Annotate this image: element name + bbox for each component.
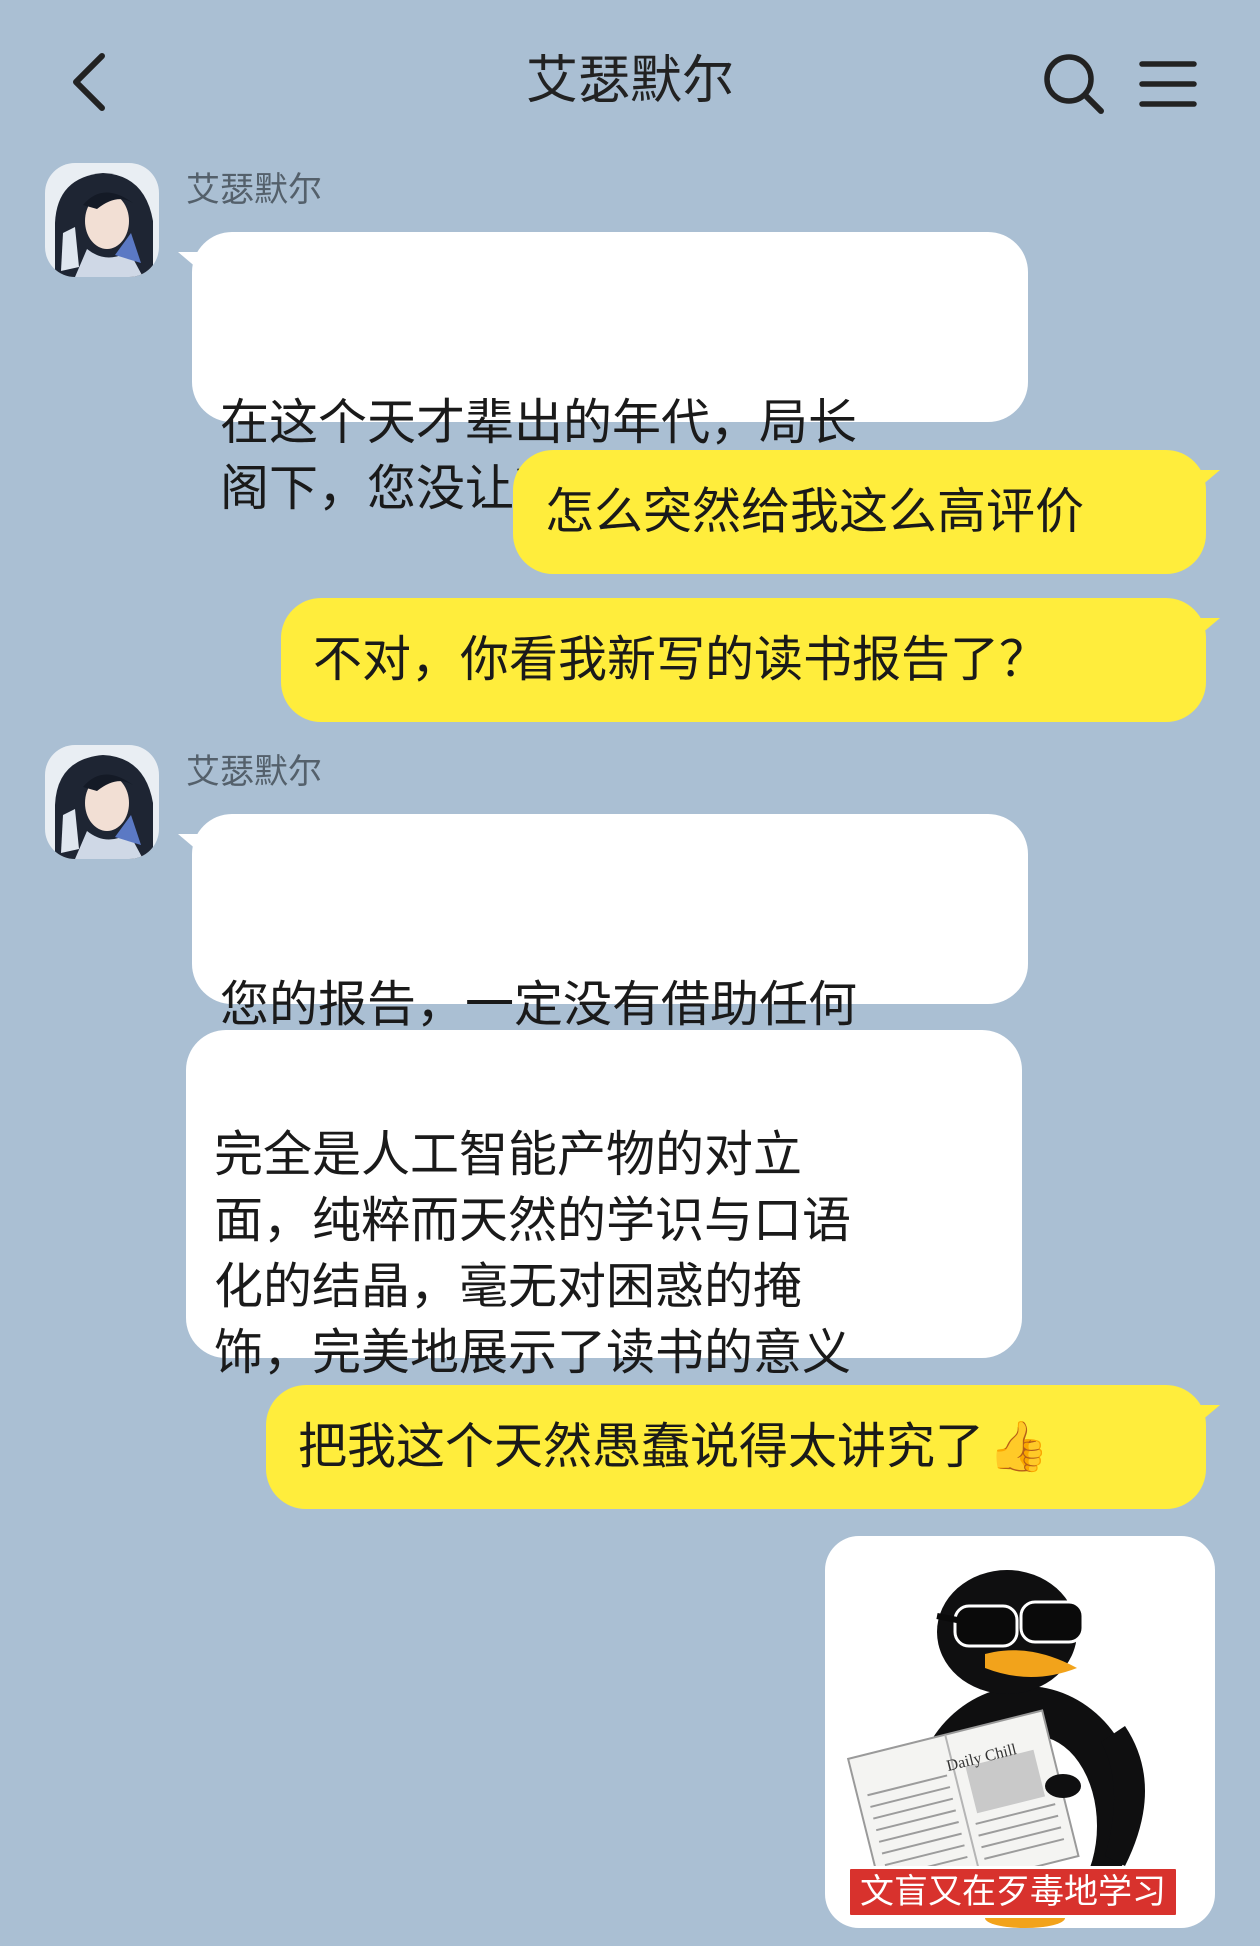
back-button[interactable]: [50, 42, 130, 122]
menu-button[interactable]: [1128, 44, 1208, 124]
avatar[interactable]: [45, 163, 159, 277]
message-bubble-outgoing[interactable]: 怎么突然给我这么高评价: [513, 450, 1220, 574]
chevron-left-icon: [73, 53, 105, 111]
thumbs-up-emoji: 👍: [988, 1418, 1050, 1475]
menu-icon: [1139, 61, 1197, 107]
message-bubble-incoming[interactable]: 完全是人工智能产物的对立 面，纯粹而天然的学识与口语 化的结晶，毫无对困惑的掩 …: [186, 1030, 1022, 1381]
message-bubble-incoming[interactable]: 在这个天才辈出的年代，局长 阁下，您没让我失望: [178, 232, 1028, 517]
message-text: 不对，你看我新写的读书报告了？: [313, 631, 1049, 688]
message-text: 怎么突然给我这么高评价: [545, 483, 1085, 540]
search-button[interactable]: [1034, 44, 1114, 124]
avatar[interactable]: [45, 745, 159, 859]
message-bubble-incoming[interactable]: 您的报告，一定没有借助任何 人工智能的辅助，非常有趣: [178, 814, 1028, 1099]
message-text: 把我这个天然愚蠢说得太讲究了: [298, 1418, 985, 1475]
sticker-message[interactable]: Daily Chill 文盲又在歹毒地学习: [825, 1536, 1215, 1928]
sender-name: 艾瑟默尔: [186, 752, 322, 792]
page-title: 艾瑟默尔: [525, 51, 734, 111]
sender-name: 艾瑟默尔: [186, 170, 322, 210]
search-icon: [1044, 54, 1104, 114]
sticker-caption: 文盲又在歹毒地学习: [847, 1866, 1179, 1918]
message-bubble-outgoing[interactable]: 不对，你看我新写的读书报告了？: [281, 598, 1220, 722]
message-bubble-outgoing[interactable]: 把我这个天然愚蠢说得太讲究了 👍: [266, 1385, 1220, 1509]
message-text: 完全是人工智能产物的对立 面，纯粹而天然的学识与口语 化的结晶，毫无对困惑的掩 …: [214, 1126, 852, 1381]
